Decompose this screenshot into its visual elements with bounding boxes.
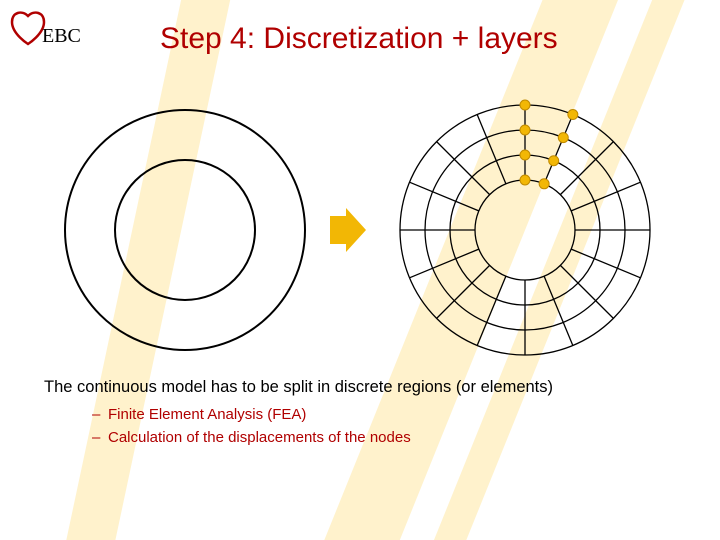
- mesh-node: [520, 150, 530, 160]
- bullet-list: –Finite Element Analysis (FEA) –Calculat…: [92, 404, 411, 449]
- mesh-ring: [475, 180, 575, 280]
- mesh-node: [568, 110, 578, 120]
- mesh-node: [520, 175, 530, 185]
- mesh-spoke: [410, 249, 479, 278]
- mesh-node: [520, 100, 530, 110]
- mesh-spoke: [571, 182, 640, 211]
- continuous-model: [65, 110, 305, 350]
- mesh-node: [558, 133, 568, 143]
- bullet-item: –Calculation of the displacements of the…: [92, 427, 411, 450]
- logo-text: EBC: [42, 25, 81, 47]
- caption-text: The continuous model has to be split in …: [44, 378, 553, 397]
- mesh-spoke: [571, 249, 640, 278]
- mesh-spoke: [410, 182, 479, 211]
- mesh-node: [520, 125, 530, 135]
- mesh-spoke: [477, 115, 506, 184]
- mesh-node: [539, 179, 549, 189]
- mesh-spoke: [544, 115, 573, 184]
- mesh-spoke: [544, 276, 573, 345]
- discretized-model: [400, 100, 650, 355]
- mesh-spoke: [477, 276, 506, 345]
- bullet-item: –Finite Element Analysis (FEA): [92, 404, 411, 427]
- slide-title: Step 4: Discretization + layers: [160, 22, 558, 56]
- arrow-icon: [330, 208, 366, 252]
- mesh-node: [549, 156, 559, 166]
- discretization-diagram: [40, 90, 680, 370]
- ebc-logo: EBC: [8, 8, 98, 58]
